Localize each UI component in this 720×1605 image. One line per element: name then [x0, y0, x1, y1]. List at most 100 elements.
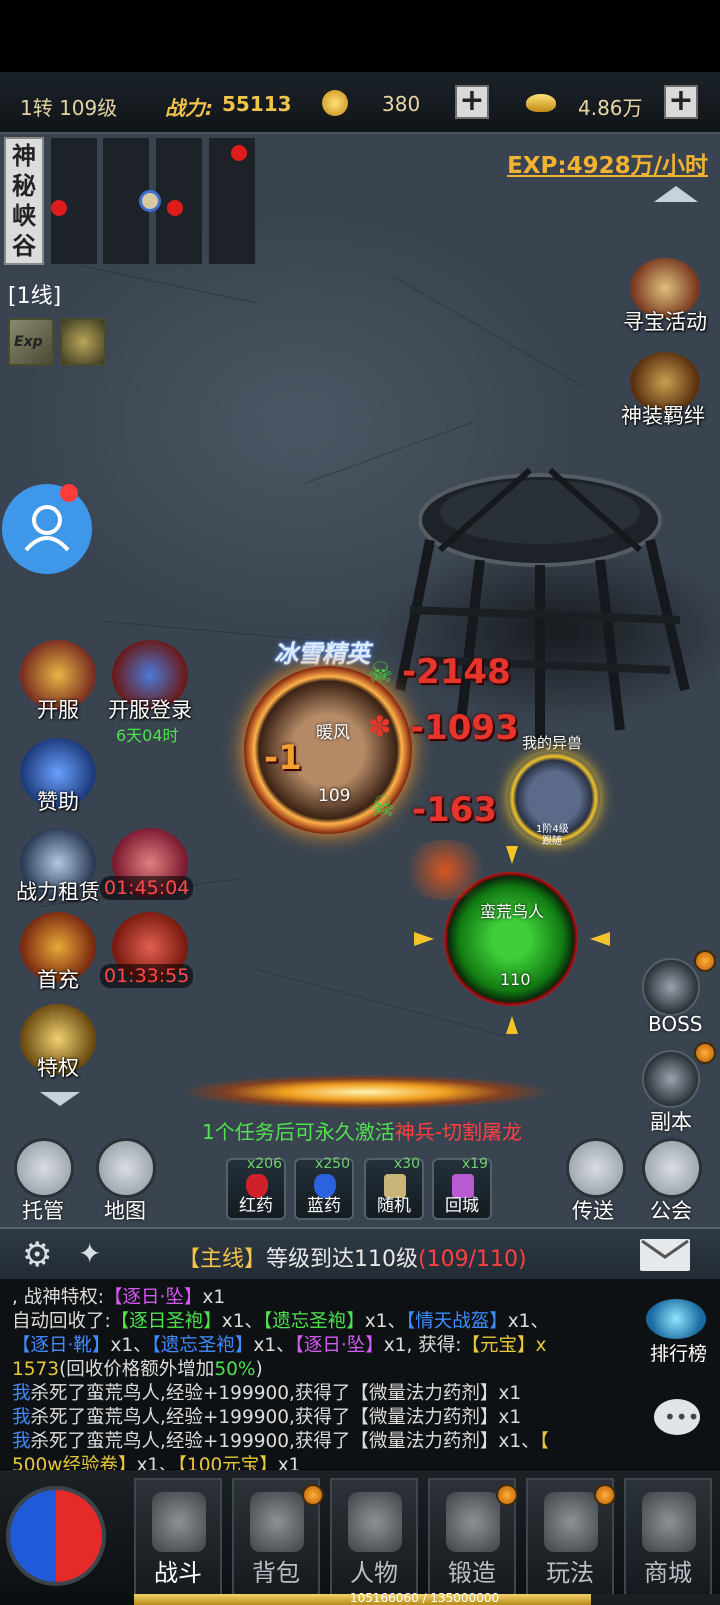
minimap-enemy-dot [231, 145, 247, 161]
auto-battle-label: 托管 [22, 1199, 64, 1223]
sponsor-label: 赞助 [37, 790, 79, 814]
damage-number: -1 [264, 738, 302, 778]
chat-log[interactable]: , 战神特权:【逐日·坠】x1 自动回收了:【逐日圣袍】x1、【遗忘圣袍】x1、… [0, 1279, 720, 1476]
map-name: 神秘峡谷 [4, 137, 44, 265]
backpack-icon [250, 1492, 304, 1552]
exp-bar-text: 105166060 / 135000000 [350, 1591, 500, 1605]
target-arrow-left [414, 932, 434, 946]
top-resource-bar: 1转 109级 战力: 55113 380 + 4.86万 + [0, 72, 720, 134]
guild-button[interactable] [642, 1138, 702, 1198]
spiral-coin-icon [322, 90, 348, 116]
return-scroll-slot[interactable]: x19 回城 [432, 1156, 492, 1220]
muscle-icon[interactable]: ✦ [78, 1237, 101, 1270]
dungeon-icon[interactable] [642, 1050, 700, 1108]
login-countdown: 6天04时 [116, 726, 179, 745]
teleport-label: 传送 [572, 1199, 614, 1223]
pet-owner-label: 我的异兽 [522, 734, 583, 752]
chat-bubble-icon[interactable]: ••• [654, 1399, 700, 1435]
login-label: 开服登录 [108, 698, 192, 722]
exp-buff-icon[interactable]: Exp [8, 318, 54, 366]
quest-text[interactable]: 【主线】等级到达110级(109/110) [178, 1241, 527, 1273]
cauldron-structure [395, 467, 690, 740]
gold-ingot-icon [526, 94, 556, 112]
status-bar [0, 0, 720, 72]
dungeon-badge [694, 1042, 716, 1064]
ranking-icon[interactable] [646, 1299, 706, 1339]
open-server-label: 开服 [37, 698, 79, 722]
add-coin-button[interactable]: + [455, 85, 489, 119]
power-value: 55113 [222, 92, 292, 116]
ingot-value: 4.86万 [578, 96, 643, 120]
chat-line-gain: 1573(回收价格额外增加50%) [12, 1359, 263, 1380]
mail-icon[interactable] [640, 1239, 690, 1271]
boss-icon[interactable] [642, 958, 700, 1016]
divine-gear-label: 神装羁绊 [621, 404, 705, 428]
damage-number: -1093 [410, 708, 519, 748]
minimap-player-icon [139, 190, 161, 212]
skull-icon: ☠ [368, 656, 394, 689]
boss-label: BOSS [648, 1012, 703, 1036]
helmet-icon [348, 1492, 402, 1552]
auto-battle-button[interactable] [14, 1138, 74, 1198]
flaming-sword-image[interactable] [140, 1060, 590, 1118]
red-potion-slot[interactable]: x206 红药 [226, 1156, 286, 1220]
shop-icon [642, 1492, 696, 1552]
exp-rate: EXP:4928万/小时 [507, 153, 708, 179]
blue-potion-slot[interactable]: x250 蓝药 [294, 1156, 354, 1220]
rental-label: 战力租赁 [16, 880, 100, 904]
nav-tab-shop[interactable]: 商城 [624, 1478, 712, 1600]
random-scroll-slot[interactable]: x30 随机 [364, 1156, 424, 1220]
world-map-button[interactable] [96, 1138, 156, 1198]
chat-line-kill: 我杀死了蛮荒鸟人,经验+199900,获得了【微量法力药剂】x1 [12, 1383, 522, 1404]
boss-badge [694, 950, 716, 972]
dungeon-label: 副本 [650, 1110, 692, 1134]
treasure-hunt-label: 寻宝活动 [623, 310, 707, 334]
first-charge-label: 首充 [37, 968, 79, 992]
gift-box-timer: 01:33:55 [100, 964, 194, 988]
coin-value: 380 [382, 92, 421, 116]
gameplay-badge [594, 1484, 616, 1506]
quest-bar[interactable]: ⚙ ✦ 【主线】等级到达110级(109/110) [0, 1227, 720, 1279]
user-icon [24, 505, 70, 552]
guild-label: 公会 [650, 1199, 692, 1223]
forge-badge [496, 1484, 518, 1506]
minimap-enemy-dot [167, 200, 183, 216]
player-level-badge: 109 [318, 786, 351, 806]
target-arrow-right [590, 932, 610, 946]
server-line[interactable]: [1线] [8, 278, 61, 310]
target-arrow-top [506, 846, 518, 864]
chat-line-privilege: , 战神特权:【逐日·坠】x1 [12, 1287, 226, 1308]
winged-sword-icon [544, 1492, 598, 1552]
notification-dot [60, 484, 78, 502]
crossed-swords-icon [152, 1492, 206, 1552]
weekly-card-timer: 01:45:04 [100, 876, 194, 900]
paw-icon: ✽ [368, 710, 392, 743]
weapon-hint[interactable]: 1个任务后可永久激活神兵-切割屠龙 [202, 1116, 522, 1145]
nav-tab-battle[interactable]: 战斗 [134, 1478, 222, 1600]
minimap-enemy-dot [51, 200, 67, 216]
fire-effect [400, 840, 490, 900]
nav-tab-character[interactable]: 人物 [330, 1478, 418, 1600]
skill-orb-icon[interactable] [6, 1486, 106, 1586]
skull-icon: ☠ [370, 790, 396, 823]
collapse-down-icon[interactable] [40, 1092, 80, 1106]
gear-icon[interactable]: ⚙ [22, 1235, 52, 1275]
damage-number: -163 [412, 790, 498, 830]
player-level: 1转 109级 [20, 96, 118, 120]
pet-state: 跟随 [542, 836, 562, 847]
title-banner: 冰雪精英 [274, 640, 370, 668]
chat-line-kill: 我杀死了蛮荒鸟人,经验+199900,获得了【微量法力药剂】x1、【 [12, 1431, 549, 1452]
bag-badge [302, 1484, 324, 1506]
anvil-icon [446, 1492, 500, 1552]
collapse-up-icon[interactable] [654, 186, 698, 202]
world-map-label: 地图 [104, 1199, 146, 1223]
weapon-hint-prefix: 1个任务后可永久激活 [202, 1120, 395, 1144]
armor-buff-icon[interactable] [60, 318, 106, 366]
floating-avatar-button[interactable] [2, 484, 92, 574]
add-ingot-button[interactable]: + [664, 85, 698, 119]
privilege-label: 特权 [37, 1056, 79, 1080]
teleport-button[interactable] [566, 1138, 626, 1198]
chat-line-recycle-2: 【逐日·靴】x1、【遗忘圣袍】x1、【逐日·坠】x1, 获得:【元宝】x [12, 1335, 547, 1356]
target-arrow-bottom [506, 1016, 518, 1034]
weapon-hint-name: 神兵-切割屠龙 [394, 1120, 522, 1144]
